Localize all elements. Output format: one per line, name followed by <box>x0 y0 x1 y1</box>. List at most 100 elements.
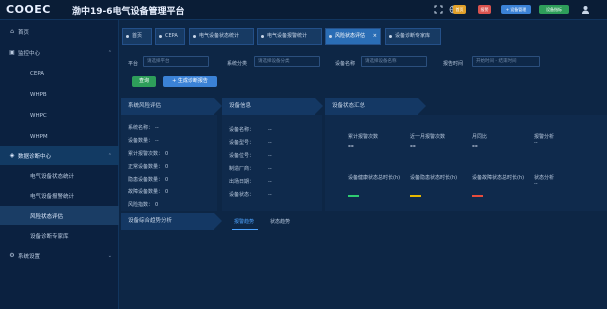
risk-panel-header: 系统风险评估 <box>121 98 222 115</box>
risk-row: 隐患设备数量： 0 <box>128 177 169 183</box>
platform-label: 平台 <box>128 61 139 67</box>
tab-label: 电气设备报警统计 <box>267 33 308 39</box>
sidebar-item-label: 系统设置 <box>18 253 41 260</box>
home-chip[interactable]: 首页 <box>453 5 466 14</box>
hazard-bar <box>410 195 421 197</box>
sidebar-item-whpb[interactable]: WHPB <box>0 85 119 104</box>
platform-select-value: 请选择平台 <box>147 59 170 64</box>
mom-value: -- <box>472 142 478 150</box>
alarm-analysis-value: -- <box>534 140 538 146</box>
query-button[interactable]: 查询 <box>132 76 156 87</box>
healthy-bar <box>348 195 359 197</box>
info-row: 制造厂商： -- <box>229 166 272 172</box>
sidebar-item-label: 首页 <box>18 29 30 36</box>
tab-alarm-trend[interactable]: 报警趋势 <box>234 218 254 225</box>
tab-bar: 首页 CEPA 电气设备状态统计 电气设备报警统计 风险状态评估 × 设备诊断专… <box>119 28 607 47</box>
sidebar-item-label: WHPB <box>30 91 47 98</box>
sidebar-item-monitor-center[interactable]: ▣ 监控中心 ⌃ <box>0 43 119 62</box>
info-row: 设备名称： -- <box>229 127 272 133</box>
risk-row: 故障设备数量： 0 <box>128 189 169 195</box>
sidebar-item-label: 设备诊断专家库 <box>30 233 69 240</box>
sidebar-item-label: 监控中心 <box>18 50 41 57</box>
sidebar-item-label: 电气设备报警统计 <box>30 193 75 200</box>
status-analysis-value: -- <box>534 181 538 187</box>
time-range-value: 开始时间 - 结束时间 <box>476 59 517 64</box>
status-panel-header: 设备状态汇总 <box>325 98 426 115</box>
sidebar-item-diagnosis-center[interactable]: ◈ 数据诊断中心 ⌃ <box>0 146 119 165</box>
healthy-duration-label: 设备健康状态总时长(h) <box>348 175 401 181</box>
sidebar-item-whpm[interactable]: WHPM <box>0 127 119 146</box>
tab-label: 电气设备状态统计 <box>199 33 240 39</box>
tab-label: 首页 <box>132 33 143 39</box>
info-row: 设备位号： -- <box>229 153 272 159</box>
sidebar-item-alarm-stats[interactable]: 电气设备报警统计 <box>0 186 119 205</box>
sidebar-item-status-stats[interactable]: 电气设备状态统计 <box>0 166 119 185</box>
device-manage-chip[interactable]: + 设备管理 <box>501 5 531 14</box>
sidebar: ⌂ 首页 ▣ 监控中心 ⌃ CEPA WHPB WHPC WHPM ◈ 数据诊断… <box>0 20 119 309</box>
tab-label: 设备诊断专家库 <box>395 33 431 39</box>
risk-row: 风险指数： 0 <box>128 202 159 208</box>
device-select[interactable]: 请选择设备名称 <box>361 56 427 67</box>
sidebar-item-label: 电气设备状态统计 <box>30 173 75 180</box>
sidebar-item-label: WHPM <box>30 133 48 140</box>
sidebar-item-expert-library[interactable]: 设备诊断专家库 <box>0 226 119 245</box>
sidebar-item-system-settings[interactable]: ⚙ 系统设置 ⌄ <box>0 246 119 265</box>
generate-report-button[interactable]: + 生成诊断报告 <box>163 76 217 87</box>
category-label: 系统分类 <box>227 61 248 67</box>
sidebar-item-home[interactable]: ⌂ 首页 <box>0 22 119 41</box>
time-label: 报告时间 <box>443 61 464 67</box>
tab-status-stats[interactable]: 电气设备状态统计 <box>189 28 254 45</box>
chevron-up-icon: ⌃ <box>107 49 112 56</box>
user-icon[interactable] <box>581 5 590 14</box>
analysis-panel-header: 设备综合趋势分析 <box>121 213 222 230</box>
platform-select[interactable]: 请选择平台 <box>143 56 209 67</box>
total-alarm-count-value: -- <box>348 142 354 150</box>
device-label: 设备名称 <box>335 61 356 67</box>
category-select[interactable]: 请选择设备分类 <box>254 56 320 67</box>
tab-risk-assessment[interactable]: 风险状态评估 × <box>325 28 381 45</box>
risk-row: 累计报警次数： 0 <box>128 151 169 157</box>
mom-label: 月同比 <box>472 134 488 140</box>
info-row: 出场日期： -- <box>229 179 272 185</box>
top-bar: COOEC 渤中19-6电气设备管理平台 首页 报警 + 设备管理 设备指标 <box>0 0 607 20</box>
status-panel <box>325 115 607 211</box>
chevron-down-icon: ⌄ <box>107 252 112 259</box>
risk-row: 正常设备数量： 0 <box>128 164 169 170</box>
sidebar-item-label: WHPC <box>30 112 47 119</box>
settings-icon: ⚙ <box>9 252 15 259</box>
chevron-up-icon: ⌃ <box>107 152 112 159</box>
fault-duration-label: 设备故障状态总时长(h) <box>472 175 525 181</box>
sidebar-item-label: 数据诊断中心 <box>18 153 52 160</box>
tab-label: 风险状态评估 <box>335 33 366 39</box>
tab-cepa[interactable]: CEPA <box>155 28 185 45</box>
tab-alarm-stats[interactable]: 电气设备报警统计 <box>257 28 322 45</box>
alarm-chip[interactable]: 报警 <box>478 5 491 14</box>
time-range-picker[interactable]: 开始时间 - 结束时间 <box>472 56 540 67</box>
hazard-duration-label: 设备隐患状态时长(h) <box>410 175 458 181</box>
sidebar-item-risk-assessment[interactable]: 风险状态评估 <box>0 206 119 225</box>
expand-icon[interactable] <box>434 5 443 14</box>
tab-label: CEPA <box>165 33 178 39</box>
device-select-value: 请选择设备名称 <box>365 59 397 64</box>
info-panel-header: 设备信息 <box>222 98 323 115</box>
risk-row: 设备数量： -- <box>128 138 159 144</box>
home-icon: ⌂ <box>10 28 14 35</box>
device-index-chip[interactable]: 设备指标 <box>539 5 569 14</box>
monitor-icon: ▣ <box>9 49 15 56</box>
info-row: 设备状态： -- <box>229 192 272 198</box>
fault-bar <box>472 195 483 197</box>
tab-expert-library[interactable]: 设备诊断专家库 <box>385 28 441 45</box>
sidebar-item-label: 风险状态评估 <box>30 213 64 220</box>
tab-status-trend[interactable]: 状态趋势 <box>270 218 290 225</box>
month-alarm-count-value: -- <box>410 142 416 150</box>
category-select-value: 请选择设备分类 <box>258 59 290 64</box>
alarm-analysis-label: 报警分析 <box>534 134 555 140</box>
sidebar-item-whpc[interactable]: WHPC <box>0 106 119 125</box>
info-row: 设备型号： -- <box>229 140 272 146</box>
sidebar-item-label: CEPA <box>30 70 45 77</box>
logo: COOEC <box>6 3 51 16</box>
tab-home[interactable]: 首页 <box>122 28 152 45</box>
risk-row: 系统名称： -- <box>128 125 159 131</box>
sidebar-item-cepa[interactable]: CEPA <box>0 64 119 83</box>
close-icon[interactable]: × <box>373 29 377 44</box>
